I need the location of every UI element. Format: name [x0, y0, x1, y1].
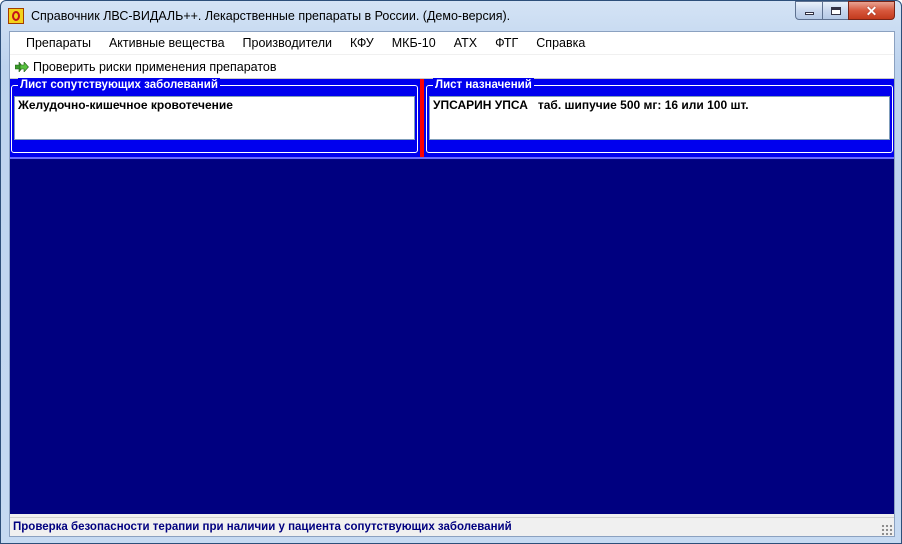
comorbidities-panel-title: Лист сопутствующих заболеваний	[18, 78, 220, 92]
menu-item-manufacturers[interactable]: Производители	[234, 34, 341, 52]
app-logo-icon[interactable]	[8, 8, 24, 24]
prescriptions-panel-title: Лист назначений	[433, 78, 534, 92]
prescription-item[interactable]: УПСАРИН УПСА таб. шипучие 500 мг: 16 или…	[433, 98, 886, 112]
menu-item-atc[interactable]: АТХ	[445, 34, 486, 52]
app-window: Справочник ЛВС-ВИДАЛЬ++. Лекарственные п…	[0, 0, 902, 544]
client-area: Препараты Активные вещества Производител…	[9, 31, 895, 537]
menu-item-kfu[interactable]: КФУ	[341, 34, 383, 52]
minimize-button[interactable]	[795, 1, 823, 20]
panels-strip: Лист сопутствующих заболеваний Желудочно…	[10, 78, 894, 159]
minimize-icon	[804, 12, 814, 15]
maximize-icon	[830, 6, 841, 15]
window-title: Справочник ЛВС-ВИДАЛЬ++. Лекарственные п…	[31, 9, 511, 23]
comorbidities-list[interactable]: Желудочно-кишечное кровотечение	[14, 96, 415, 140]
menu-item-active-substances[interactable]: Активные вещества	[100, 34, 234, 52]
title-bar[interactable]: Справочник ЛВС-ВИДАЛЬ++. Лекарственные п…	[1, 1, 901, 31]
double-arrow-right-icon	[15, 61, 29, 72]
menu-item-icd10[interactable]: МКБ-10	[383, 34, 445, 52]
main-workspace: Лист сопутствующих заболеваний Желудочно…	[10, 78, 894, 514]
maximize-button[interactable]	[822, 1, 849, 20]
menu-item-drugs[interactable]: Препараты	[17, 34, 100, 52]
comorbidity-item[interactable]: Желудочно-кишечное кровотечение	[18, 98, 411, 112]
menu-bar: Препараты Активные вещества Производител…	[10, 32, 894, 54]
prescriptions-panel: Лист назначений УПСАРИН УПСА таб. шипучи…	[426, 78, 893, 153]
toolbar: Проверить риски применения препаратов	[10, 55, 894, 78]
comorbidities-panel: Лист сопутствующих заболеваний Желудочно…	[11, 78, 418, 153]
check-risks-button[interactable]: Проверить риски применения препаратов	[13, 59, 279, 75]
close-button[interactable]: ✕	[848, 1, 895, 20]
close-icon: ✕	[865, 2, 878, 19]
status-bar: Проверка безопасности терапии при наличи…	[10, 517, 894, 536]
resize-grip-icon[interactable]	[881, 524, 892, 535]
check-risks-label: Проверить риски применения препаратов	[33, 59, 277, 74]
status-text: Проверка безопасности терапии при наличи…	[13, 521, 512, 533]
prescriptions-list[interactable]: УПСАРИН УПСА таб. шипучие 500 мг: 16 или…	[429, 96, 890, 140]
panel-splitter[interactable]	[420, 79, 424, 157]
menu-item-help[interactable]: Справка	[527, 34, 594, 52]
menu-item-ftg[interactable]: ФТГ	[486, 34, 527, 52]
